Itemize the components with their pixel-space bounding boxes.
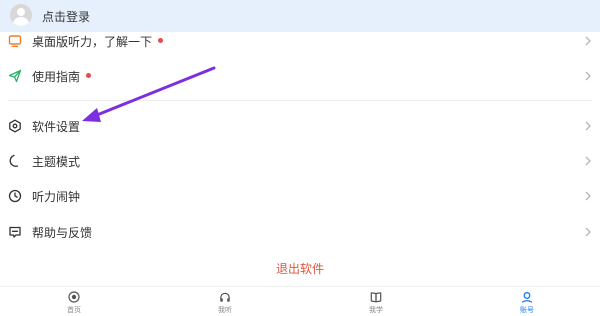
nav-label: 首页 (67, 306, 81, 314)
nav-home[interactable]: 首页 (44, 291, 104, 315)
menu-item-settings[interactable]: 软件设置 (0, 111, 600, 141)
menu-item-theme[interactable]: 主题模式 (0, 146, 600, 176)
nav-label: 我听 (218, 306, 232, 314)
menu-item-label: 软件设置 (32, 120, 81, 134)
hexagon-settings-icon (9, 119, 21, 133)
new-badge-dot (86, 73, 92, 78)
clock-icon (8, 189, 22, 203)
nav-label: 我学 (369, 306, 383, 314)
menu-divider (8, 100, 592, 101)
user-account-icon (521, 292, 533, 303)
paper-plane-icon (8, 69, 22, 83)
chevron-right-icon (585, 191, 591, 201)
avatar-head-shape (17, 8, 25, 16)
nav-label: 账号 (520, 306, 534, 314)
chevron-right-icon (585, 121, 591, 131)
nav-listen[interactable]: 我听 (195, 291, 255, 315)
avatar[interactable] (10, 4, 32, 26)
book-icon (370, 292, 382, 303)
moon-icon (9, 154, 19, 167)
chevron-right-icon (585, 36, 591, 46)
nav-learn[interactable]: 我学 (346, 291, 406, 315)
avatar-body-shape (13, 17, 29, 26)
monitor-icon (8, 35, 22, 48)
menu-item-guide[interactable]: 使用指南 (0, 61, 600, 91)
nav-account[interactable]: 账号 (497, 291, 557, 315)
new-badge-dot (158, 38, 164, 43)
home-record-icon (68, 291, 80, 303)
chevron-right-icon (585, 71, 591, 81)
menu-item-label: 帮助与反馈 (32, 226, 93, 240)
chevron-right-icon (585, 227, 591, 237)
menu-item-feedback[interactable]: 帮助与反馈 (0, 217, 600, 247)
menu-item-label: 使用指南 (32, 68, 92, 85)
chevron-right-icon (585, 156, 591, 166)
menu-item-label: 主题模式 (32, 155, 81, 169)
bottom-nav: 首页 我听 我学 账号 (0, 286, 600, 316)
menu-item-label: 听力闹钟 (32, 190, 81, 204)
headphones-icon (220, 292, 230, 302)
feedback-message-icon (9, 226, 21, 238)
menu-item-desktop[interactable]: 桌面版听力，了解一下 (0, 26, 600, 56)
login-link[interactable]: 点击登录 (42, 8, 90, 25)
menu-item-alarm[interactable]: 听力闹钟 (0, 181, 600, 211)
menu-item-label: 桌面版听力，了解一下 (32, 33, 164, 50)
logout-button[interactable]: 退出软件 (0, 260, 600, 277)
